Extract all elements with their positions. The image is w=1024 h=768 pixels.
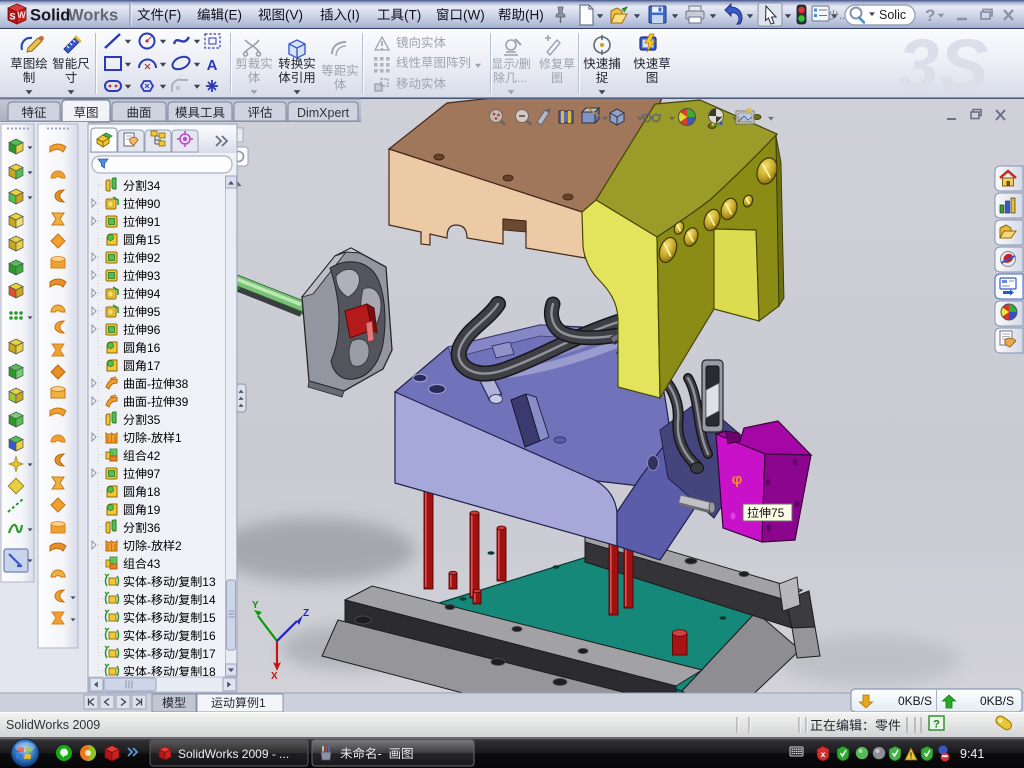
svg-text:(V): (V) — [285, 8, 303, 23]
svg-text:?: ? — [933, 719, 940, 731]
svg-text:19: 19 — [147, 503, 161, 517]
svg-text:Solic: Solic — [879, 8, 906, 22]
svg-text:17: 17 — [147, 359, 161, 373]
svg-text:39: 39 — [175, 395, 189, 409]
svg-text:16: 16 — [147, 341, 161, 355]
svg-text:16: 16 — [202, 629, 216, 643]
svg-text:SolidWorks 2009: SolidWorks 2009 — [6, 718, 100, 732]
svg-text:36: 36 — [147, 521, 161, 535]
svg-text:34: 34 — [147, 179, 161, 193]
svg-text:3S: 3S — [898, 24, 989, 107]
svg-text:43: 43 — [147, 557, 161, 571]
svg-text:Z: Z — [303, 608, 309, 619]
svg-text:A: A — [207, 57, 218, 74]
svg-text:1: 1 — [259, 696, 266, 710]
svg-text:94: 94 — [147, 287, 161, 301]
svg-text:(F): (F) — [164, 8, 181, 23]
svg-text:-: - — [147, 575, 151, 589]
svg-text:!: ! — [910, 752, 913, 761]
svg-text:φ: φ — [732, 471, 743, 488]
svg-text:35: 35 — [147, 413, 161, 427]
svg-text:..: .. — [839, 10, 845, 22]
svg-text:42: 42 — [147, 449, 161, 463]
svg-text:0KB/S: 0KB/S — [898, 694, 932, 708]
svg-text:-: - — [147, 431, 151, 445]
svg-text:13: 13 — [202, 575, 216, 589]
svg-text:15: 15 — [202, 611, 216, 625]
svg-text:18: 18 — [147, 485, 161, 499]
svg-text:0KB/S: 0KB/S — [980, 694, 1014, 708]
svg-text:-: - — [147, 611, 151, 625]
svg-text:90: 90 — [147, 197, 161, 211]
svg-text:1: 1 — [175, 431, 182, 445]
svg-text:93: 93 — [147, 269, 161, 283]
svg-text:?: ? — [925, 6, 935, 25]
svg-text:X: X — [271, 671, 278, 682]
svg-text:38: 38 — [175, 377, 189, 391]
svg-text:2: 2 — [175, 539, 182, 553]
svg-text:Works: Works — [68, 7, 118, 25]
svg-text:75: 75 — [771, 506, 785, 520]
svg-text:DimXpert: DimXpert — [297, 106, 350, 120]
svg-text:15: 15 — [147, 233, 161, 247]
svg-text:14: 14 — [202, 593, 216, 607]
svg-text:(W): (W) — [463, 8, 485, 23]
svg-text:x: x — [821, 749, 826, 759]
svg-text:-: - — [147, 647, 151, 661]
svg-text:-: - — [147, 395, 151, 409]
svg-text:92: 92 — [147, 251, 161, 265]
svg-text:96: 96 — [147, 323, 161, 337]
svg-text:...: ... — [517, 71, 527, 85]
svg-text:SolidWorks 2009 - ...: SolidWorks 2009 - ... — [178, 747, 289, 761]
svg-text:9:41: 9:41 — [960, 747, 984, 761]
svg-text:-: - — [147, 629, 151, 643]
svg-text:95: 95 — [147, 305, 161, 319]
svg-text:91: 91 — [147, 215, 161, 229]
svg-text:-: - — [378, 747, 382, 761]
svg-text:97: 97 — [147, 467, 161, 481]
svg-text:W: W — [17, 10, 26, 20]
svg-text:(E): (E) — [224, 8, 242, 23]
svg-text:(I): (I) — [347, 8, 360, 23]
svg-text:-: - — [147, 593, 151, 607]
svg-text:(H): (H) — [525, 8, 544, 23]
svg-text:17: 17 — [202, 647, 216, 661]
svg-text:-: - — [147, 539, 151, 553]
svg-text:Y: Y — [252, 600, 259, 611]
svg-text:-: - — [147, 377, 151, 391]
svg-text:S: S — [9, 12, 15, 22]
svg-text:Solid: Solid — [30, 7, 70, 25]
svg-text:(T): (T) — [404, 8, 421, 23]
